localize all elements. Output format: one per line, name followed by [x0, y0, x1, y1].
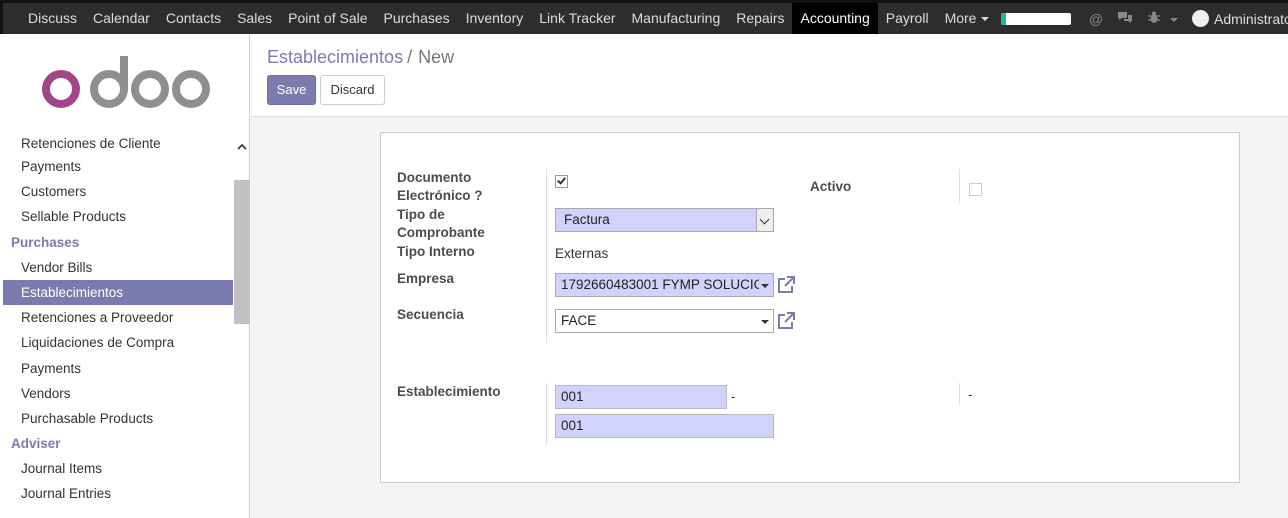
sidebar-item-vendors[interactable]: Vendors [3, 381, 233, 406]
sidebar-item-retenciones-proveedor[interactable]: Retenciones a Proveedor [3, 305, 233, 330]
secuencia-label: Secuencia [397, 307, 464, 322]
top-navbar: Discuss Calendar Contacts Sales Point of… [0, 0, 1288, 34]
caret-down-icon [761, 320, 769, 324]
check-icon [557, 175, 566, 185]
menu-repairs[interactable]: Repairs [728, 3, 792, 34]
sidebar: odoo Retenciones de Cliente Payments Cus… [0, 34, 250, 518]
at-icon[interactable]: @ [1089, 4, 1103, 34]
menu-accounting[interactable]: Accounting [792, 3, 878, 34]
secuencia-value: FACE [561, 313, 597, 328]
user-name: Administrator [1214, 10, 1288, 27]
sidebar-item-journal-items[interactable]: Journal Items [3, 456, 233, 481]
sidebar-item-vendor-bills[interactable]: Vendor Bills [3, 255, 233, 280]
debug-bug-icon[interactable] [1147, 4, 1178, 34]
establecimiento-label: Establecimiento [397, 384, 501, 399]
secuencia-field[interactable]: FACE [555, 309, 774, 333]
form-sheet: Documento Electrónico ? Tipo de Comproba… [380, 132, 1240, 483]
empresa-value: 1792660483001 FYMP SOLUCIONES [561, 277, 759, 292]
menu-manufacturing[interactable]: Manufacturing [624, 3, 729, 34]
discard-button[interactable]: Discard [320, 75, 385, 105]
activo-checkbox[interactable] [969, 183, 982, 196]
progress-bar[interactable] [1000, 12, 1071, 25]
menu-sales[interactable]: Sales [229, 3, 280, 34]
sidebar-item-retenciones-cliente[interactable]: Retenciones de Cliente [3, 134, 233, 154]
external-link-icon[interactable] [776, 275, 796, 295]
punto-emision-input[interactable]: 001 [555, 414, 774, 438]
activo-label: Activo [810, 179, 852, 194]
breadcrumb-parent[interactable]: Establecimientos [267, 47, 403, 67]
establecimiento-input[interactable]: 001 [555, 385, 727, 409]
tipo-comprobante-select[interactable]: Factura [555, 208, 774, 232]
tipo-comprobante-value: Factura [564, 212, 610, 227]
label-separator [959, 169, 960, 203]
chat-icon[interactable] [1117, 4, 1133, 34]
tipo-comprobante-label: Tipo de Comprobante [397, 207, 485, 240]
caret-down-icon [761, 284, 769, 288]
form-view: Documento Electrónico ? Tipo de Comproba… [251, 117, 1288, 518]
breadcrumb: Establecimientos / New [267, 47, 454, 68]
breadcrumb-separator: / [407, 47, 413, 67]
sidebar-item-purchasable-products[interactable]: Purchasable Products [3, 406, 233, 431]
menu-more-label: More [944, 10, 977, 26]
label-separator [959, 383, 960, 405]
scroll-up-arrow-icon[interactable] [234, 141, 250, 157]
external-link-icon[interactable] [776, 311, 796, 331]
sidebar-item-sellable-products[interactable]: Sellable Products [3, 204, 233, 229]
right-dash: - [968, 387, 973, 402]
progress-fill [1000, 12, 1007, 25]
menu-link-tracker[interactable]: Link Tracker [531, 3, 623, 34]
menu-discuss[interactable]: Discuss [20, 3, 85, 34]
empresa-field[interactable]: 1792660483001 FYMP SOLUCIONES [555, 273, 774, 297]
odoo-logo: odoo [42, 56, 210, 108]
chevron-down-icon [756, 209, 773, 231]
side-menu: Retenciones de Cliente Payments Customer… [3, 134, 233, 518]
doc-electronico-label: Documento Electrónico ? [397, 170, 483, 203]
menu-more[interactable]: More [937, 3, 998, 34]
menu-calendar[interactable]: Calendar [85, 3, 158, 34]
menu-inventory[interactable]: Inventory [458, 3, 532, 34]
save-button[interactable]: Save [267, 75, 316, 105]
caret-down-icon [981, 17, 990, 22]
menu-contacts[interactable]: Contacts [158, 3, 229, 34]
empresa-label: Empresa [397, 271, 455, 286]
sidebar-item-payments[interactable]: Payments [3, 154, 233, 179]
menu-point-of-sale[interactable]: Point of Sale [280, 3, 375, 34]
doc-electronico-checkbox[interactable] [555, 175, 568, 188]
establecimiento-dash: - [731, 389, 736, 404]
sidebar-item-journal-entries[interactable]: Journal Entries [3, 481, 233, 506]
sidebar-item-payments-purchases[interactable]: Payments [3, 356, 233, 381]
menu-purchases[interactable]: Purchases [376, 3, 458, 34]
sidebar-item-customers[interactable]: Customers [3, 179, 233, 204]
avatar [1192, 10, 1209, 27]
user-menu[interactable]: Administrator [1192, 10, 1288, 27]
sidebar-section-purchases: Purchases [11, 234, 80, 250]
sidebar-item-liquidaciones-compra[interactable]: Liquidaciones de Compra [3, 330, 233, 355]
app-menu: Discuss Calendar Contacts Sales Point of… [20, 3, 997, 34]
control-panel: Establecimientos / New Save Discard [251, 34, 1288, 117]
systray: @ Administrator [1000, 3, 1288, 34]
label-separator [546, 383, 547, 445]
label-separator [546, 169, 547, 343]
breadcrumb-current: New [418, 47, 455, 67]
tipo-interno-label: Tipo Interno [397, 244, 475, 259]
sidebar-item-establecimientos[interactable]: Establecimientos [3, 279, 233, 306]
sidebar-section-adviser: Adviser [11, 436, 61, 452]
tipo-interno-value: Externas [555, 246, 609, 261]
menu-payroll[interactable]: Payroll [878, 3, 937, 34]
sidebar-scrollbar[interactable] [234, 180, 250, 324]
caret-down-icon [1170, 17, 1178, 22]
